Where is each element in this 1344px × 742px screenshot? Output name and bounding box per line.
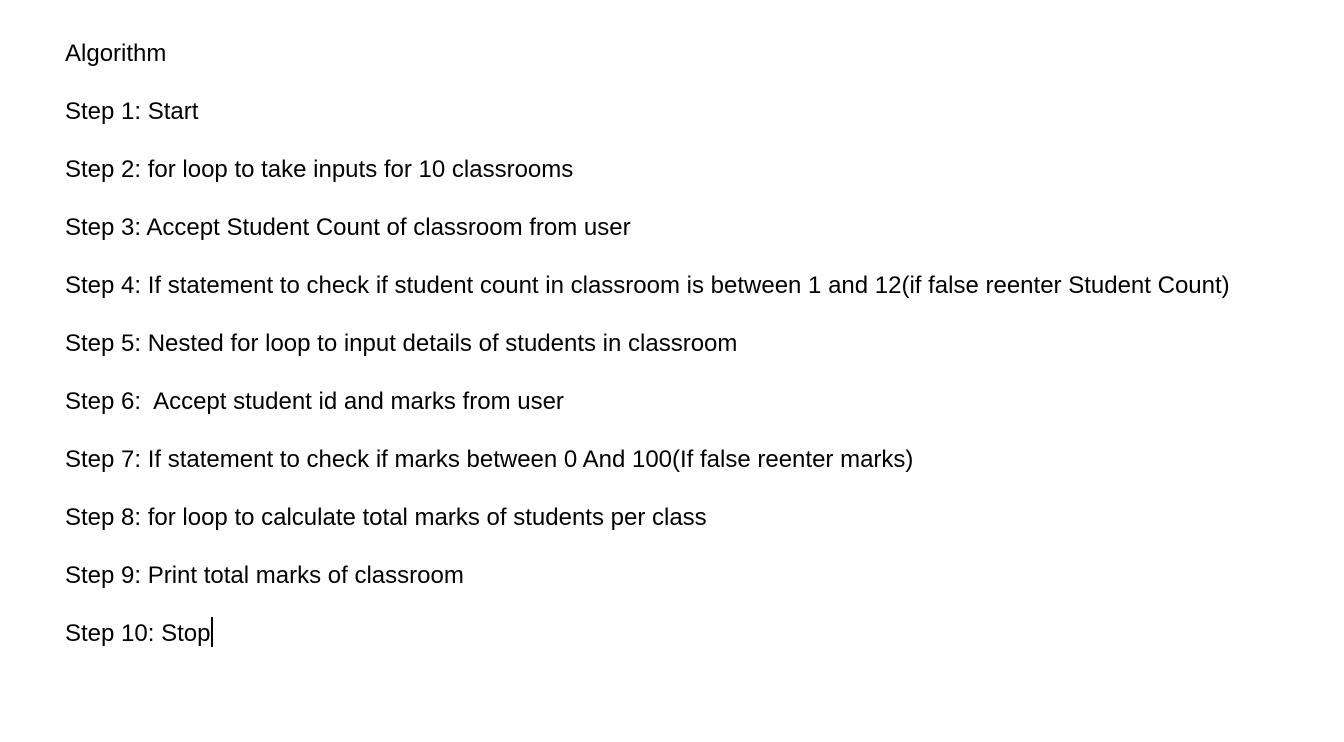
text-cursor	[211, 617, 214, 647]
step-3: Step 3: Accept Student Count of classroo…	[65, 214, 631, 241]
step-5: Step 5: Nested for loop to input details…	[65, 330, 738, 357]
step-1: Step 1: Start	[65, 98, 199, 125]
step-10-line: Step 10: Stop	[65, 616, 1305, 652]
document-page[interactable]: Algorithm Step 1: Start Step 2: for loop…	[0, 0, 1344, 742]
step-7: Step 7: If statement to check if marks b…	[65, 446, 914, 473]
document-title: Algorithm	[65, 40, 167, 67]
step-4: Step 4: If statement to check if student…	[65, 272, 1230, 299]
step-6: Step 6: Accept student id and marks from…	[65, 388, 564, 415]
step-10: Step 10: Stop	[65, 620, 211, 647]
step-8: Step 8: for loop to calculate total mark…	[65, 504, 707, 531]
step-2: Step 2: for loop to take inputs for 10 c…	[65, 156, 574, 183]
document-body[interactable]: Algorithm Step 1: Start Step 2: for loop…	[65, 36, 1305, 674]
step-9: Step 9: Print total marks of classroom	[65, 562, 464, 589]
